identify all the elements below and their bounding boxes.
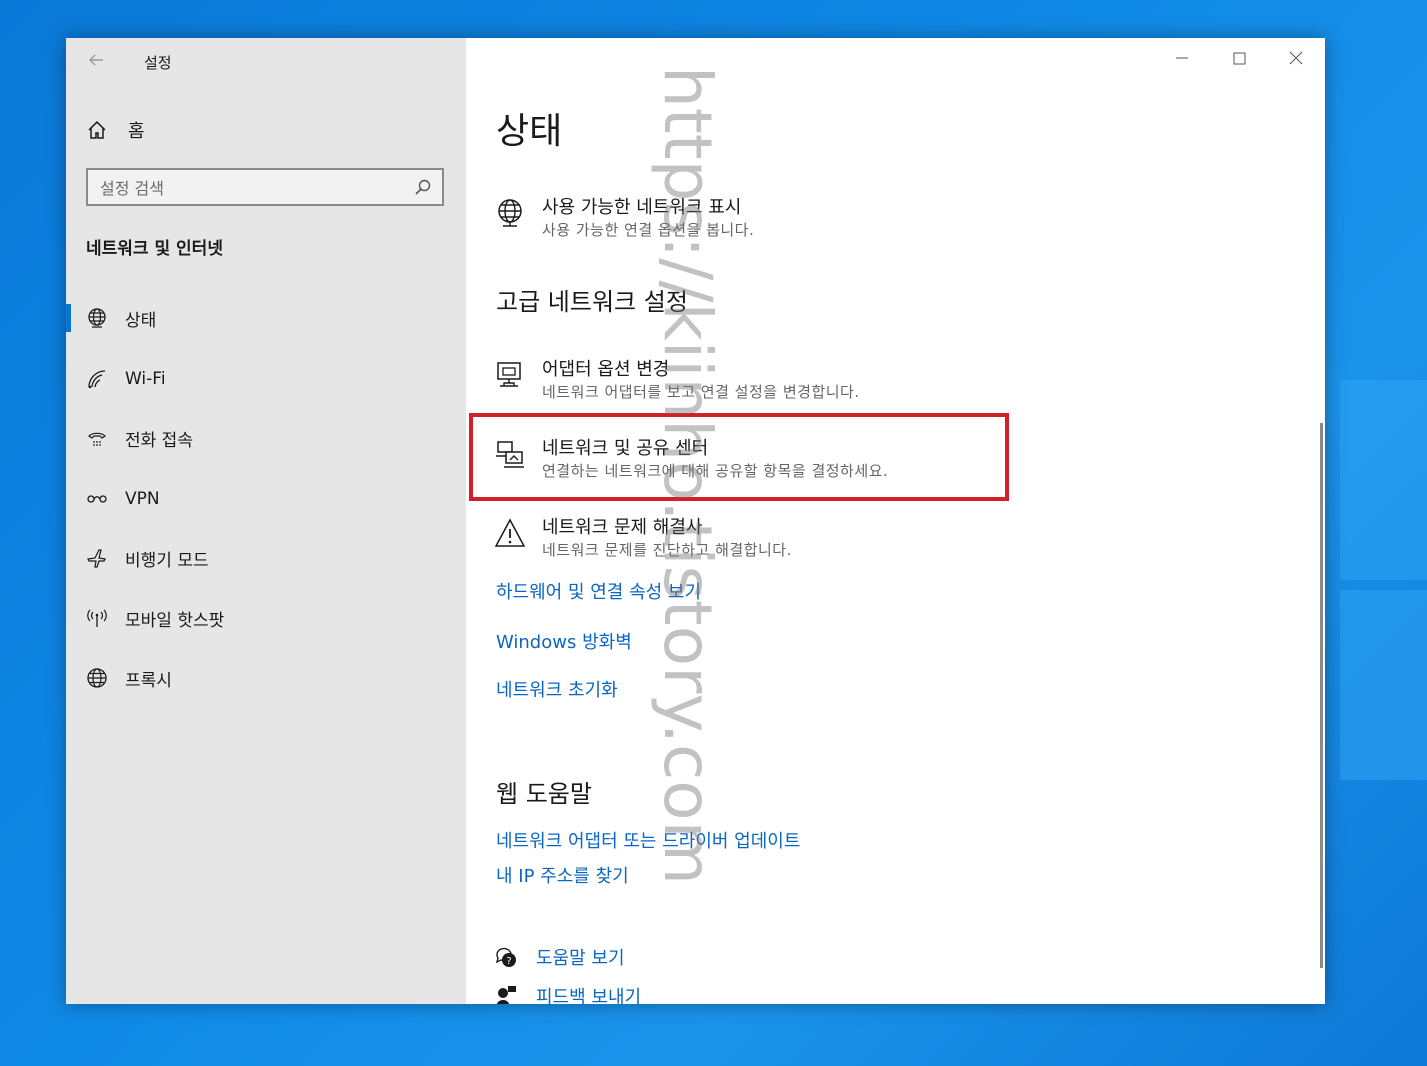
feedback-icon	[496, 986, 516, 1004]
desktop-logo-pane	[1340, 380, 1427, 580]
network-sharing-icon	[496, 441, 524, 468]
sidebar-item-label: 모바일 핫스팟	[125, 610, 225, 631]
minimize-button[interactable]	[1162, 46, 1202, 70]
scrollbar[interactable]	[1320, 423, 1323, 968]
page-title: 상태	[496, 111, 563, 152]
show-networks-option[interactable]: 사용 가능한 네트워크 표시 사용 가능한 연결 옵션을 봅니다.	[494, 193, 994, 249]
wifi-icon	[88, 370, 106, 389]
sidebar-item-status[interactable]: 상태	[66, 296, 466, 340]
globe-network-icon	[498, 199, 522, 227]
sidebar-item-label: 프록시	[125, 670, 172, 691]
search-icon[interactable]	[414, 178, 432, 196]
globe-network-icon	[88, 308, 106, 328]
network-sharing-center-option[interactable]: 네트워크 및 공유 센터 연결하는 네트워크에 대해 공유할 항목을 결정하세요…	[494, 434, 994, 490]
maximize-button[interactable]	[1219, 46, 1259, 70]
sidebar-item-label: Wi-Fi	[125, 369, 166, 389]
dialup-icon	[88, 432, 106, 446]
option-desc: 사용 가능한 연결 옵션을 봅니다.	[542, 221, 755, 239]
find-ip-address-link[interactable]: 내 IP 주소를 찾기	[496, 862, 629, 888]
option-desc: 연결하는 네트워크에 대해 공유할 항목을 결정하세요.	[542, 462, 889, 480]
sidebar: 설정 홈 네트워크 및 인터넷 상태 Wi-Fi 전화 접속 VPN	[66, 38, 466, 1004]
sidebar-item-vpn[interactable]: VPN	[66, 477, 466, 521]
home-icon	[88, 120, 106, 139]
sidebar-item-hotspot[interactable]: 모바일 핫스팟	[66, 596, 466, 640]
hotspot-icon	[87, 609, 107, 627]
close-icon	[1289, 51, 1303, 65]
back-arrow-icon	[89, 54, 103, 66]
help-link-label: 피드백 보내기	[536, 987, 642, 1004]
home-label: 홈	[128, 121, 145, 142]
sidebar-item-proxy[interactable]: 프록시	[66, 656, 466, 700]
get-help-link[interactable]: ? 도움말 보기	[494, 944, 625, 970]
globe-icon	[87, 668, 107, 688]
sidebar-item-label: 전화 접속	[125, 430, 193, 451]
search-box[interactable]	[86, 168, 444, 206]
settings-window: 설정 홈 네트워크 및 인터넷 상태 Wi-Fi 전화 접속 VPN	[66, 38, 1325, 1004]
network-reset-link[interactable]: 네트워크 초기화	[496, 676, 618, 702]
search-input[interactable]	[98, 175, 402, 201]
windows-firewall-link[interactable]: Windows 방화벽	[496, 628, 632, 654]
send-feedback-link[interactable]: 피드백 보내기	[494, 983, 641, 1004]
advanced-settings-heading: 고급 네트워크 설정	[496, 288, 688, 316]
minimize-icon	[1176, 57, 1188, 59]
option-desc: 네트워크 어댑터를 보고 연결 설정을 변경합니다.	[542, 383, 860, 401]
sidebar-item-wifi[interactable]: Wi-Fi	[66, 357, 466, 401]
home-link[interactable]: 홈	[86, 118, 145, 142]
sidebar-item-dialup[interactable]: 전화 접속	[66, 416, 466, 460]
web-help-heading: 웹 도움말	[496, 780, 592, 808]
sidebar-item-label: VPN	[125, 489, 160, 509]
help-chat-icon: ?	[495, 947, 516, 967]
hardware-properties-link[interactable]: 하드웨어 및 연결 속성 보기	[496, 578, 701, 604]
sidebar-item-airplane[interactable]: 비행기 모드	[66, 536, 466, 580]
update-adapter-driver-link[interactable]: 네트워크 어댑터 또는 드라이버 업데이트	[496, 827, 800, 853]
airplane-icon	[87, 549, 106, 568]
option-desc: 네트워크 문제를 진단하고 해결합니다.	[542, 541, 792, 559]
app-title: 설정	[144, 54, 172, 72]
help-link-label: 도움말 보기	[536, 948, 625, 969]
sidebar-item-label: 비행기 모드	[125, 550, 209, 571]
network-troubleshooter-option[interactable]: 네트워크 문제 해결사 네트워크 문제를 진단하고 해결합니다.	[494, 513, 994, 569]
main-content: 상태 사용 가능한 네트워크 표시 사용 가능한 연결 옵션을 봅니다. 고급 …	[466, 38, 1325, 1004]
back-button[interactable]	[84, 50, 108, 74]
vpn-icon	[87, 495, 107, 503]
desktop-logo-pane	[1340, 590, 1427, 780]
warning-icon	[494, 518, 526, 547]
option-title: 사용 가능한 네트워크 표시	[542, 197, 742, 218]
svg-text:?: ?	[506, 956, 511, 967]
sidebar-item-label: 상태	[125, 310, 157, 331]
section-title: 네트워크 및 인터넷	[86, 239, 223, 259]
option-title: 네트워크 및 공유 센터	[542, 438, 709, 459]
maximize-icon	[1233, 52, 1246, 65]
option-title: 어댑터 옵션 변경	[542, 359, 670, 380]
option-title: 네트워크 문제 해결사	[542, 517, 703, 538]
close-button[interactable]	[1276, 46, 1316, 70]
monitor-network-icon	[497, 362, 521, 387]
adapter-options-option[interactable]: 어댑터 옵션 변경 네트워크 어댑터를 보고 연결 설정을 변경합니다.	[494, 355, 994, 411]
